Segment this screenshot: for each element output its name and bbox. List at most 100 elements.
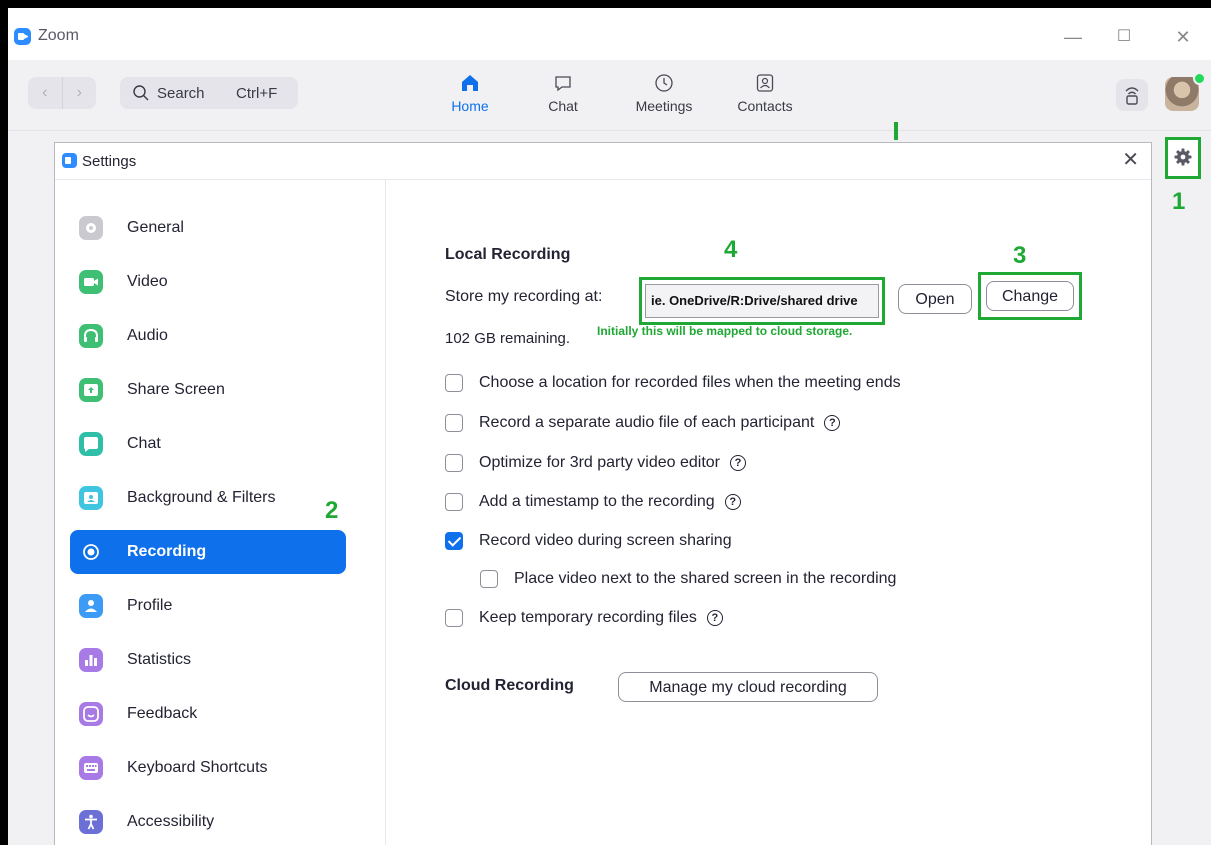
statistics-icon <box>79 648 103 672</box>
background-icon <box>79 486 103 510</box>
zoom-logo-icon <box>14 28 31 45</box>
feedback-icon <box>79 702 103 726</box>
home-icon <box>462 75 478 91</box>
checkbox[interactable] <box>445 609 463 627</box>
tab-contacts[interactable]: Contacts <box>726 72 804 114</box>
title-bar: Zoom — ☐ ✕ <box>8 8 1211 60</box>
sidebar-item-label: Video <box>127 273 168 290</box>
gear-icon <box>1174 148 1192 166</box>
help-icon[interactable]: ? <box>730 455 746 471</box>
help-icon[interactable]: ? <box>824 415 841 431</box>
sidebar-item-accessibility[interactable]: Accessibility <box>70 800 346 844</box>
chat-bubble-icon <box>79 432 103 456</box>
sidebar-item-feedback[interactable]: Feedback <box>70 692 346 736</box>
headphones-icon <box>79 324 103 348</box>
wireless-share-icon <box>1125 87 1139 105</box>
online-status-dot <box>1193 72 1206 85</box>
accessibility-icon <box>79 810 103 834</box>
profile-icon <box>79 594 103 618</box>
annotation-marker <box>894 122 898 140</box>
tab-home-label: Home <box>451 98 489 114</box>
close-button[interactable]: ✕ <box>1172 26 1194 48</box>
nav-arrows: ‹ › <box>28 77 96 109</box>
settings-title-bar: Settings ✕ <box>55 143 1151 180</box>
storage-remaining: 102 GB remaining. <box>445 330 571 347</box>
record-icon <box>79 540 103 564</box>
settings-close-button[interactable]: ✕ <box>1122 150 1139 170</box>
sidebar-item-label: Recording <box>127 543 207 560</box>
search-shortcut: Ctrl+F <box>236 85 278 102</box>
sidebar-item-label: Accessibility <box>127 813 215 830</box>
sidebar-item-general[interactable]: General <box>70 206 346 250</box>
tab-meetings-label: Meetings <box>635 98 693 114</box>
settings-title: Settings <box>82 153 137 170</box>
local-recording-heading: Local Recording <box>445 246 571 263</box>
sidebar-item-label: Statistics <box>127 651 192 668</box>
option-label: Record video during screen sharing <box>479 532 732 549</box>
sidebar-item-video[interactable]: Video <box>70 260 346 304</box>
checkbox[interactable] <box>480 570 498 588</box>
clock-icon <box>655 74 673 92</box>
search-label: Search <box>157 85 205 102</box>
help-icon[interactable]: ? <box>706 610 723 626</box>
sidebar-item-profile[interactable]: Profile <box>70 584 346 628</box>
tab-home[interactable]: Home <box>431 72 509 114</box>
open-button[interactable]: Open <box>898 284 972 314</box>
sidebar-item-label: Background & Filters <box>127 489 276 506</box>
option-label: Choose a location for recorded files whe… <box>479 374 901 391</box>
settings-window: Settings ✕ General Video Audio Share Scr… <box>54 142 1152 845</box>
sidebar-item-label: Share Screen <box>127 381 225 398</box>
zoom-logo-icon <box>62 153 77 168</box>
annotation-number-1: 1 <box>1172 188 1186 215</box>
tab-meetings[interactable]: Meetings <box>625 72 703 114</box>
sidebar-item-label: General <box>127 219 184 236</box>
recording-path-field[interactable]: ie. OneDrive/R:Drive/shared drive <box>645 284 879 318</box>
help-icon[interactable]: ? <box>724 494 741 510</box>
tab-chat-label: Chat <box>548 98 578 114</box>
share-screen-icon <box>79 378 103 402</box>
annotation-number-3: 3 <box>1013 242 1027 269</box>
sidebar-item-background-filters[interactable]: Background & Filters <box>70 476 346 520</box>
sidebar-item-label: Chat <box>127 435 161 452</box>
keyboard-icon <box>79 756 103 780</box>
back-button[interactable]: ‹ <box>28 77 63 109</box>
sidebar-item-label: Audio <box>127 327 168 344</box>
maximize-button[interactable]: ☐ <box>1113 26 1135 48</box>
search-button[interactable]: Search Ctrl+F <box>120 77 298 109</box>
sidebar-item-label: Profile <box>127 597 173 614</box>
checkbox[interactable] <box>445 414 463 432</box>
checkbox[interactable] <box>445 374 463 392</box>
tab-chat[interactable]: Chat <box>524 72 602 114</box>
cloud-mapping-note: Initially this will be mapped to cloud s… <box>597 324 853 338</box>
annotation-number-4: 4 <box>724 236 738 263</box>
camera-icon <box>79 270 103 294</box>
sidebar-item-audio[interactable]: Audio <box>70 314 346 358</box>
sidebar-item-keyboard-shortcuts[interactable]: Keyboard Shortcuts <box>70 746 346 790</box>
checkbox[interactable] <box>445 454 463 472</box>
sidebar-item-statistics[interactable]: Statistics <box>70 638 346 682</box>
forward-button[interactable]: › <box>63 77 97 109</box>
sidebar-item-recording[interactable]: Recording <box>70 530 346 574</box>
change-button-highlight: Change <box>978 272 1082 320</box>
recording-path-highlight: ie. OneDrive/R:Drive/shared drive <box>639 277 885 325</box>
chat-icon <box>555 76 571 92</box>
wireless-share-button[interactable] <box>1116 79 1148 111</box>
sidebar-item-label: Feedback <box>127 705 198 722</box>
option-label: Record a separate audio file of each par… <box>479 414 815 431</box>
settings-sidebar: General Video Audio Share Screen Chat Ba… <box>55 180 386 845</box>
change-button[interactable]: Change <box>986 281 1074 311</box>
option-label: Keep temporary recording files <box>479 609 697 626</box>
manage-cloud-recording-button[interactable]: Manage my cloud recording <box>618 672 878 702</box>
search-icon <box>133 85 149 101</box>
sidebar-item-share-screen[interactable]: Share Screen <box>70 368 346 412</box>
sidebar-item-chat[interactable]: Chat <box>70 422 346 466</box>
checkbox[interactable] <box>445 493 463 511</box>
zoom-window: Zoom — ☐ ✕ ‹ › Search Ctrl+F Home Chat M… <box>8 8 1211 845</box>
cloud-recording-heading: Cloud Recording <box>445 677 574 694</box>
contacts-icon <box>756 74 774 92</box>
option-label: Optimize for 3rd party video editor <box>479 454 720 471</box>
settings-gear-button[interactable] <box>1165 137 1201 179</box>
checkbox[interactable] <box>445 532 463 550</box>
annotation-number-2: 2 <box>325 497 339 524</box>
minimize-button[interactable]: — <box>1062 26 1084 48</box>
